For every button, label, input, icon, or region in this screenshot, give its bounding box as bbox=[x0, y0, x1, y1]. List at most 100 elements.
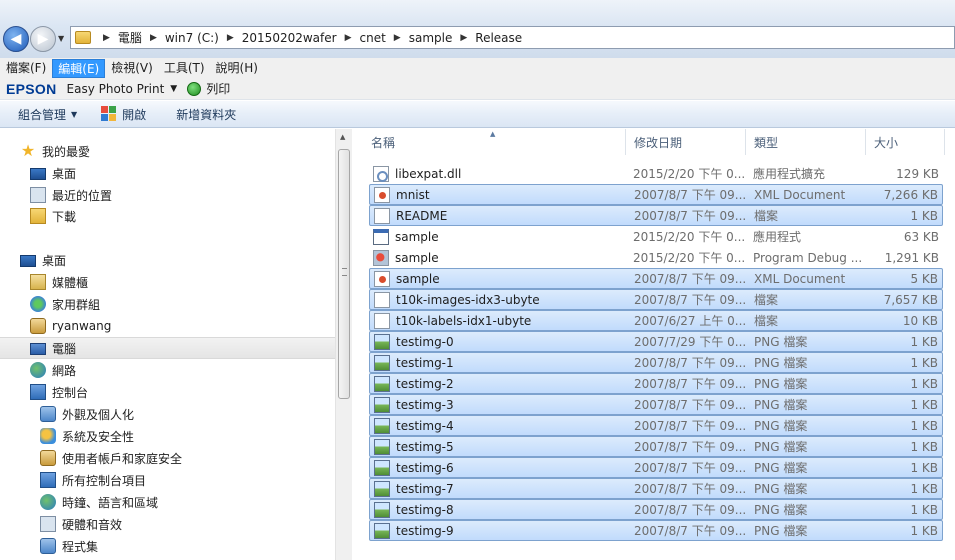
menu-file[interactable]: 檔案(F) bbox=[1, 59, 51, 78]
recent-pages-dropdown[interactable]: ▼ bbox=[58, 34, 64, 43]
png-icon bbox=[374, 375, 390, 392]
file-name-cell: testimg-9 bbox=[374, 522, 454, 539]
nav-cp-hardware[interactable]: 硬體和音效 bbox=[40, 513, 122, 535]
chevron-down-icon[interactable]: ▼ bbox=[170, 84, 177, 94]
file-size: 63 KB bbox=[903, 229, 939, 244]
file-row[interactable]: sample 2007/8/7 下午 09... XML Document 5 KB bbox=[369, 268, 943, 289]
nav-cp-appearance[interactable]: 外觀及個人化 bbox=[40, 403, 134, 425]
file-row[interactable]: testimg-0 2007/7/29 下午 0... PNG 檔案 1 KB bbox=[369, 331, 943, 352]
forward-button[interactable]: ▶ bbox=[30, 26, 56, 52]
file-row[interactable]: README 2007/8/7 下午 09... 檔案 1 KB bbox=[369, 205, 943, 226]
file-row[interactable]: testimg-7 2007/8/7 下午 09... PNG 檔案 1 KB bbox=[369, 478, 943, 499]
new-folder-button[interactable]: 新增資料夾 bbox=[176, 106, 236, 123]
print-button[interactable]: 列印 bbox=[206, 80, 230, 97]
nav-cp-all-items[interactable]: 所有控制台項目 bbox=[40, 469, 146, 491]
nav-fav-desktop[interactable]: 桌面 bbox=[30, 162, 76, 184]
breadcrumb-folder[interactable]: sample bbox=[409, 31, 453, 45]
column-label: 大小 bbox=[874, 135, 899, 150]
file-row[interactable]: testimg-5 2007/8/7 下午 09... PNG 檔案 1 KB bbox=[369, 436, 943, 457]
file-name-cell: testimg-6 bbox=[374, 459, 454, 476]
file-row[interactable]: t10k-images-idx3-ubyte 2007/8/7 下午 09... 檔… bbox=[369, 289, 943, 310]
file-row[interactable]: testimg-4 2007/8/7 下午 09... PNG 檔案 1 KB bbox=[369, 415, 943, 436]
nav-libraries[interactable]: 媒體櫃 bbox=[30, 271, 88, 293]
file-date: 2015/2/20 下午 0... bbox=[633, 251, 746, 265]
column-header-date[interactable]: 修改日期 bbox=[626, 129, 746, 155]
file-name-cell: libexpat.dll bbox=[373, 165, 461, 182]
nav-label: 控制台 bbox=[52, 385, 89, 400]
address-bar[interactable]: ▶ 電腦 ▶ win7 (C:) ▶ 20150202wafer ▶ cnet … bbox=[70, 26, 955, 49]
file-row[interactable]: testimg-6 2007/8/7 下午 09... PNG 檔案 1 KB bbox=[369, 457, 943, 478]
file-size: 7,266 KB bbox=[883, 187, 938, 202]
file-row[interactable]: sample 2015/2/20 下午 0... 應用程式 63 KB bbox=[369, 226, 943, 247]
file-date: 2007/8/7 下午 09... bbox=[634, 419, 747, 433]
file-name: t10k-labels-idx1-ubyte bbox=[396, 313, 532, 328]
file-row[interactable]: t10k-labels-idx1-ubyte 2007/6/27 上午 0... 檔… bbox=[369, 310, 943, 331]
file-row[interactable]: testimg-2 2007/8/7 下午 09... PNG 檔案 1 KB bbox=[369, 373, 943, 394]
open-button[interactable]: 開啟 bbox=[101, 106, 146, 123]
file-row[interactable]: libexpat.dll 2015/2/20 下午 0... 應用程式擴充 129 K… bbox=[369, 163, 943, 184]
file-row[interactable]: mnist 2007/8/7 下午 09... XML Document 7,266 … bbox=[369, 184, 943, 205]
file-row[interactable]: testimg-8 2007/8/7 下午 09... PNG 檔案 1 KB bbox=[369, 499, 943, 520]
file-row[interactable]: sample 2015/2/20 下午 0... Program Debug ...… bbox=[369, 247, 943, 268]
scrollbar-thumb[interactable] bbox=[338, 149, 350, 399]
file-name-cell: testimg-7 bbox=[374, 480, 454, 497]
dll-icon bbox=[373, 165, 389, 182]
chevron-right-icon[interactable]: ▶ bbox=[460, 33, 467, 43]
nav-downloads[interactable]: 下載 bbox=[30, 205, 76, 227]
chevron-right-icon[interactable]: ▶ bbox=[394, 33, 401, 43]
nav-recent-places[interactable]: 最近的位置 bbox=[30, 184, 112, 206]
control-panel-icon bbox=[40, 472, 56, 488]
file-icon bbox=[374, 207, 390, 224]
nav-homegroup[interactable]: 家用群組 bbox=[30, 293, 100, 315]
breadcrumb-computer[interactable]: 電腦 bbox=[118, 29, 142, 46]
file-name-cell: README bbox=[374, 207, 448, 224]
file-name: sample bbox=[396, 271, 440, 286]
scroll-up-icon[interactable]: ▲ bbox=[340, 133, 345, 141]
file-name: testimg-6 bbox=[396, 460, 454, 475]
nav-network[interactable]: 網路 bbox=[30, 359, 76, 381]
file-row[interactable]: testimg-1 2007/8/7 下午 09... PNG 檔案 1 KB bbox=[369, 352, 943, 373]
breadcrumb-folder[interactable]: cnet bbox=[360, 31, 386, 45]
forward-arrow-icon: ▶ bbox=[37, 31, 49, 47]
open-icon bbox=[101, 106, 117, 122]
nav-cp-security[interactable]: 系統及安全性 bbox=[40, 425, 134, 447]
breadcrumb-current[interactable]: Release bbox=[475, 31, 522, 45]
nav-desktop[interactable]: 桌面 bbox=[20, 249, 66, 271]
back-button[interactable]: ◀ bbox=[3, 26, 29, 52]
menu-edit[interactable]: 編輯(E) bbox=[52, 58, 106, 78]
file-name: testimg-9 bbox=[396, 523, 454, 538]
file-name: README bbox=[396, 208, 448, 223]
nav-cp-programs[interactable]: 程式集 bbox=[40, 535, 98, 557]
recent-places-icon bbox=[30, 187, 46, 203]
breadcrumb-folder[interactable]: 20150202wafer bbox=[242, 31, 337, 45]
nav-control-panel[interactable]: 控制台 bbox=[30, 381, 88, 403]
column-header-name[interactable]: 名稱 ▲ bbox=[353, 129, 626, 155]
file-size: 1 KB bbox=[910, 481, 938, 496]
menu-help[interactable]: 說明(H) bbox=[211, 59, 263, 78]
sort-ascending-icon: ▲ bbox=[490, 130, 496, 138]
file-name: mnist bbox=[396, 187, 430, 202]
nav-cp-user-accounts[interactable]: 使用者帳戶和家庭安全 bbox=[40, 447, 182, 469]
breadcrumb-drive[interactable]: win7 (C:) bbox=[165, 31, 219, 45]
nav-computer[interactable]: 電腦 bbox=[0, 337, 336, 359]
chevron-right-icon[interactable]: ▶ bbox=[150, 33, 157, 43]
file-row[interactable]: testimg-3 2007/8/7 下午 09... PNG 檔案 1 KB bbox=[369, 394, 943, 415]
print-icon[interactable] bbox=[187, 81, 202, 96]
column-header-size[interactable]: 大小 bbox=[866, 129, 945, 155]
pdb-icon bbox=[373, 249, 389, 266]
nav-cp-clock-region[interactable]: 時鐘、語言和區域 bbox=[40, 491, 158, 513]
chevron-right-icon[interactable]: ▶ bbox=[227, 33, 234, 43]
organize-button[interactable]: 組合管理 ▼ bbox=[18, 106, 77, 123]
column-header-type[interactable]: 類型 bbox=[746, 129, 866, 155]
nav-favorites[interactable]: ★ 我的最愛 bbox=[20, 140, 90, 162]
easy-photo-print-button[interactable]: Easy Photo Print bbox=[67, 82, 165, 96]
chevron-right-icon[interactable]: ▶ bbox=[345, 33, 352, 43]
nav-scrollbar[interactable]: ▲ bbox=[335, 129, 352, 560]
menu-view[interactable]: 檢視(V) bbox=[106, 59, 158, 78]
menu-tools[interactable]: 工具(T) bbox=[159, 59, 210, 78]
chevron-right-icon[interactable]: ▶ bbox=[103, 33, 110, 43]
nav-label: 使用者帳戶和家庭安全 bbox=[62, 451, 183, 466]
file-row[interactable]: testimg-9 2007/8/7 下午 09... PNG 檔案 1 KB bbox=[369, 520, 943, 541]
file-date: 2007/8/7 下午 09... bbox=[634, 482, 747, 496]
nav-user-folder[interactable]: ryanwang bbox=[30, 315, 111, 337]
